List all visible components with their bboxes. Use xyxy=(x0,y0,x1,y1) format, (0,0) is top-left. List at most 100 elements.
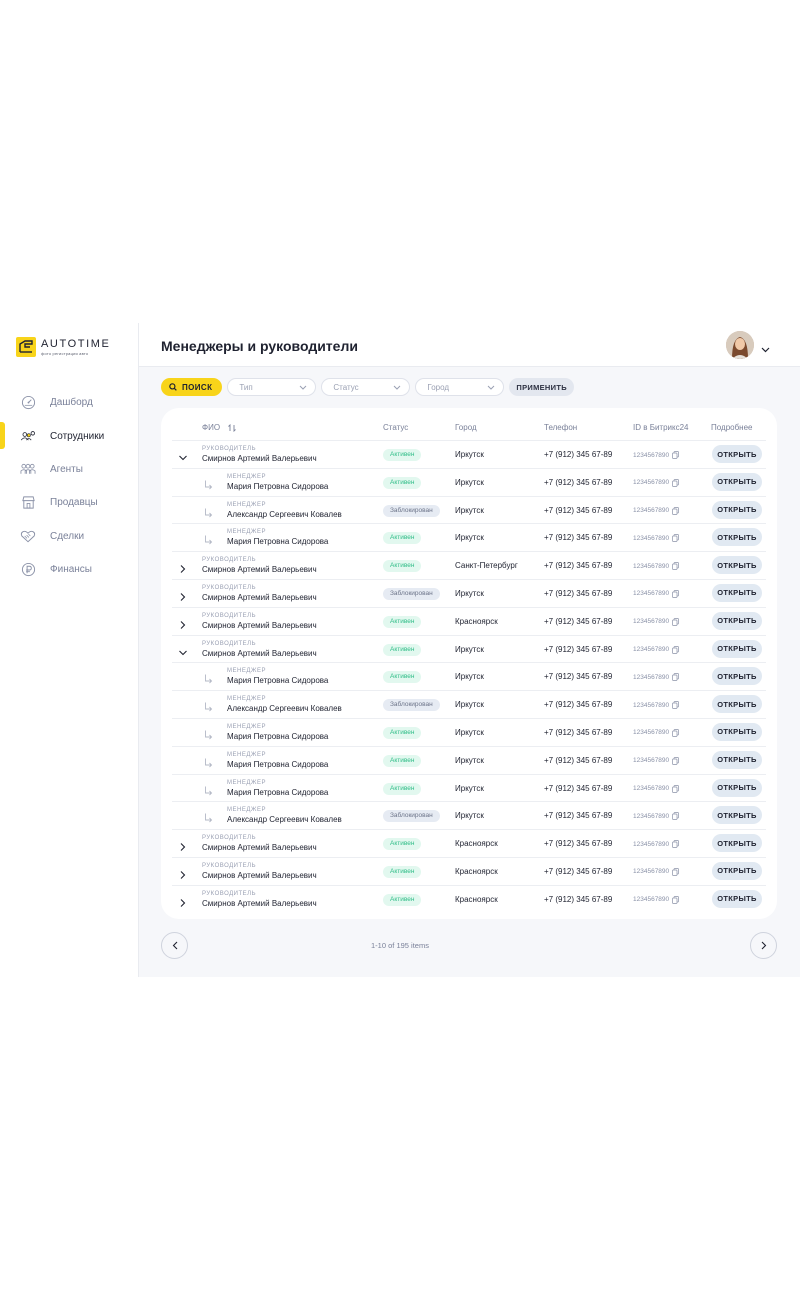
bitrix-id-cell: 1234567890 xyxy=(633,617,680,626)
city-cell: Санкт-Петербург xyxy=(455,561,518,571)
employee-name: Смирнов Артемий Валерьевич xyxy=(202,648,317,658)
chevron-down-icon[interactable] xyxy=(761,340,770,358)
open-button[interactable]: ОТКРЫТЬ xyxy=(712,556,762,575)
subordinate-arrow-icon xyxy=(204,810,213,828)
employee-name: Мария Петровна Сидорова xyxy=(227,731,329,741)
copy-icon[interactable] xyxy=(672,617,680,626)
chevron-down-icon[interactable] xyxy=(178,645,188,655)
chevron-right-icon[interactable] xyxy=(178,617,188,629)
table-row: МЕНЕДЖЕР Мария Петровна Сидорова Активен Ир… xyxy=(172,773,766,802)
employee-name: Мария Петровна Сидорова xyxy=(227,481,329,491)
open-button[interactable]: ОТКРЫТЬ xyxy=(712,889,762,908)
copy-icon[interactable] xyxy=(672,534,680,543)
apply-button[interactable]: ПРИМЕНИТЬ xyxy=(509,378,574,396)
open-button[interactable]: ОТКРЫТЬ xyxy=(712,834,762,853)
open-button[interactable]: ОТКРЫТЬ xyxy=(712,806,762,825)
sidebar-item-agents[interactable]: Агенты xyxy=(0,453,139,486)
status-badge: Активен xyxy=(383,476,422,489)
copy-icon[interactable] xyxy=(672,812,680,821)
chevron-right-icon[interactable] xyxy=(178,895,188,907)
open-button[interactable]: ОТКРЫТЬ xyxy=(712,750,762,769)
city-select[interactable]: Город xyxy=(415,378,505,396)
sidebar-item-employees[interactable]: Сотрудники xyxy=(0,419,139,452)
status-select[interactable]: Статус xyxy=(321,378,411,396)
sidebar-item-sellers[interactable]: Продавцы xyxy=(0,486,139,519)
sidebar-item-dashboard[interactable]: Дашборд xyxy=(0,386,139,419)
bitrix-id-cell: 1234567890 xyxy=(633,784,680,793)
copy-icon[interactable] xyxy=(672,756,680,765)
type-select-placeholder: Тип xyxy=(239,382,253,392)
search-icon xyxy=(169,383,177,391)
status-badge: Активен xyxy=(383,838,422,851)
sidebar-item-deals[interactable]: Сделки xyxy=(0,520,139,553)
open-button[interactable]: ОТКРЫТЬ xyxy=(712,583,762,602)
copy-icon[interactable] xyxy=(672,784,680,793)
city-cell: Красноярск xyxy=(455,616,498,626)
role-label: РУКОВОДИТЕЛЬ xyxy=(202,890,257,897)
phone-cell: +7 (912) 345 67-89 xyxy=(544,588,613,598)
chevron-down-icon[interactable] xyxy=(178,450,188,461)
chevron-down-icon xyxy=(487,383,495,392)
page-header: Менеджеры и руководители xyxy=(139,323,800,367)
open-button[interactable]: ОТКРЫТЬ xyxy=(712,472,762,491)
bitrix-id-cell: 1234567890 xyxy=(633,673,680,682)
copy-icon[interactable] xyxy=(672,562,680,571)
sort-icon[interactable] xyxy=(228,423,236,432)
name-cell: МЕНЕДЖЕР Мария Петровна Сидорова xyxy=(227,667,328,686)
search-button[interactable]: ПОИСК xyxy=(161,378,223,396)
copy-icon[interactable] xyxy=(672,506,680,515)
open-button[interactable]: ОТКРЫТЬ xyxy=(712,722,762,741)
open-button[interactable]: ОТКРЫТЬ xyxy=(712,445,762,463)
name-cell: МЕНЕДЖЕР Мария Петровна Сидорова xyxy=(227,473,328,492)
city-cell: Красноярск xyxy=(455,839,498,849)
status-badge: Активен xyxy=(383,449,422,461)
chevron-right-icon[interactable] xyxy=(178,589,188,601)
column-header-name[interactable]: ФИО xyxy=(202,423,236,432)
phone-cell: +7 (912) 345 67-89 xyxy=(544,811,613,821)
type-select[interactable]: Тип xyxy=(227,378,317,396)
chevron-right-icon[interactable] xyxy=(178,839,188,852)
avatar[interactable] xyxy=(726,331,754,359)
chevron-right-icon[interactable] xyxy=(178,561,188,574)
name-cell: МЕНЕДЖЕР Мария Петровна Сидорова xyxy=(227,779,328,798)
open-button[interactable]: ОТКРЫТЬ xyxy=(712,528,762,547)
open-button[interactable]: ОТКРЫТЬ xyxy=(712,639,762,658)
copy-icon[interactable] xyxy=(672,478,680,487)
copy-icon[interactable] xyxy=(672,840,680,849)
copy-icon[interactable] xyxy=(672,673,680,682)
chevron-right-icon[interactable] xyxy=(178,867,188,879)
logo-icon xyxy=(16,337,36,357)
bitrix-id-cell: 1234567890 xyxy=(633,840,680,849)
brand-logo[interactable]: AUTOTIME фото регистрация авто xyxy=(16,335,110,359)
sidebar-item-finance[interactable]: Финансы xyxy=(0,553,139,586)
copy-icon[interactable] xyxy=(672,895,680,904)
open-button[interactable]: ОТКРЫТЬ xyxy=(712,667,762,686)
name-cell: РУКОВОДИТЕЛЬ Смирнов Артемий Валерьевич xyxy=(202,834,317,853)
status-badge: Активен xyxy=(383,615,422,628)
open-button[interactable]: ОТКРЫТЬ xyxy=(712,778,762,797)
copy-icon[interactable] xyxy=(672,590,680,598)
open-button[interactable]: ОТКРЫТЬ xyxy=(712,500,762,519)
copy-icon[interactable] xyxy=(672,451,680,459)
filter-bar: ПОИСК Тип Статус Город ПРИМЕНИТЬ xyxy=(161,378,574,396)
role-label: РУКОВОДИТЕЛЬ xyxy=(202,446,257,452)
phone-cell: +7 (912) 345 67-89 xyxy=(544,866,613,876)
subordinate-arrow-icon xyxy=(204,477,213,495)
phone-cell: +7 (912) 345 67-89 xyxy=(544,783,613,793)
copy-icon[interactable] xyxy=(672,645,680,654)
table-row: РУКОВОДИТЕЛЬ Смирнов Артемий Валерьевич Ак… xyxy=(172,856,766,885)
copy-icon[interactable] xyxy=(672,729,680,737)
copy-icon[interactable] xyxy=(672,701,680,710)
open-button[interactable]: ОТКРЫТЬ xyxy=(712,611,762,630)
dashboard-icon xyxy=(20,395,36,411)
open-button[interactable]: ОТКРЫТЬ xyxy=(712,695,762,714)
name-cell: РУКОВОДИТЕЛЬ Смирнов Артемий Валерьевич xyxy=(202,584,317,603)
next-page-button[interactable] xyxy=(750,932,777,959)
bitrix-id-cell: 1234567890 xyxy=(633,478,680,487)
subordinate-arrow-icon xyxy=(204,783,213,801)
status-badge: Заблокирован xyxy=(383,504,440,517)
open-button[interactable]: ОТКРЫТЬ xyxy=(712,861,762,880)
copy-icon[interactable] xyxy=(672,868,680,876)
phone-cell: +7 (912) 345 67-89 xyxy=(544,700,613,710)
role-label: РУКОВОДИТЕЛЬ xyxy=(202,557,257,564)
